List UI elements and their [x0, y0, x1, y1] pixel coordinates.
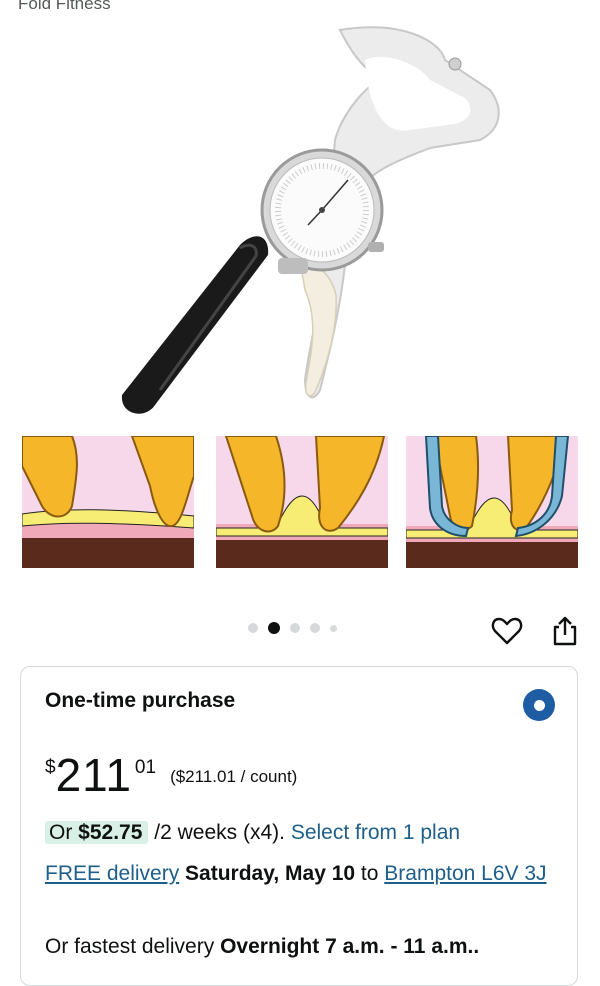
free-delivery-link[interactable]: FREE delivery [45, 862, 179, 885]
installment-terms: /2 weeks (x4). [154, 821, 285, 844]
price: $ 211 01 ($211.01 / count) [45, 751, 297, 799]
installment-amount: $52.75 [78, 821, 143, 844]
product-image[interactable] [100, 20, 520, 420]
installment-badge: Or $52.75 [45, 821, 149, 844]
share-icon[interactable] [548, 614, 582, 648]
fastest-delivery: Or fastest delivery Overnight 7 a.m. - 1… [45, 935, 480, 958]
installment-plan: Or $52.75 /2 weeks (x4). Select from 1 p… [45, 821, 460, 845]
heart-icon[interactable] [490, 614, 524, 648]
fastest-delivery-window: Overnight 7 a.m. - 11 a.m.. [220, 935, 480, 958]
thumbnail-image-1[interactable] [22, 436, 194, 568]
carousel-dot [248, 623, 258, 633]
delivery-location-link[interactable]: Brampton L6V 3J [384, 862, 546, 885]
price-whole: 211 [55, 749, 132, 801]
purchase-option-radio[interactable] [523, 689, 555, 721]
carousel-indicator [248, 622, 337, 634]
carousel-dot [330, 624, 337, 632]
thumbnail-image-3[interactable] [406, 436, 578, 568]
purchase-option-title: One-time purchase [45, 689, 236, 712]
purchase-option-card[interactable]: One-time purchase $ 211 01 ($211.01 / co… [20, 666, 578, 986]
carousel-dot [290, 623, 300, 633]
select-plan-link[interactable]: Select from 1 plan [291, 821, 460, 844]
price-fraction: 01 [134, 757, 157, 778]
unit-price: ($211.01 / count) [170, 767, 298, 786]
delivery-date: Saturday, May 10 [185, 862, 356, 885]
carousel-dot-active [268, 622, 280, 634]
price-currency: $ [45, 757, 56, 778]
carousel-dot [310, 623, 320, 633]
thumbnail-image-2[interactable] [216, 436, 388, 568]
delivery-info: FREE delivery Saturday, May 10 to Brampt… [45, 862, 547, 885]
brand-name[interactable]: Fold Fitness [18, 0, 111, 14]
